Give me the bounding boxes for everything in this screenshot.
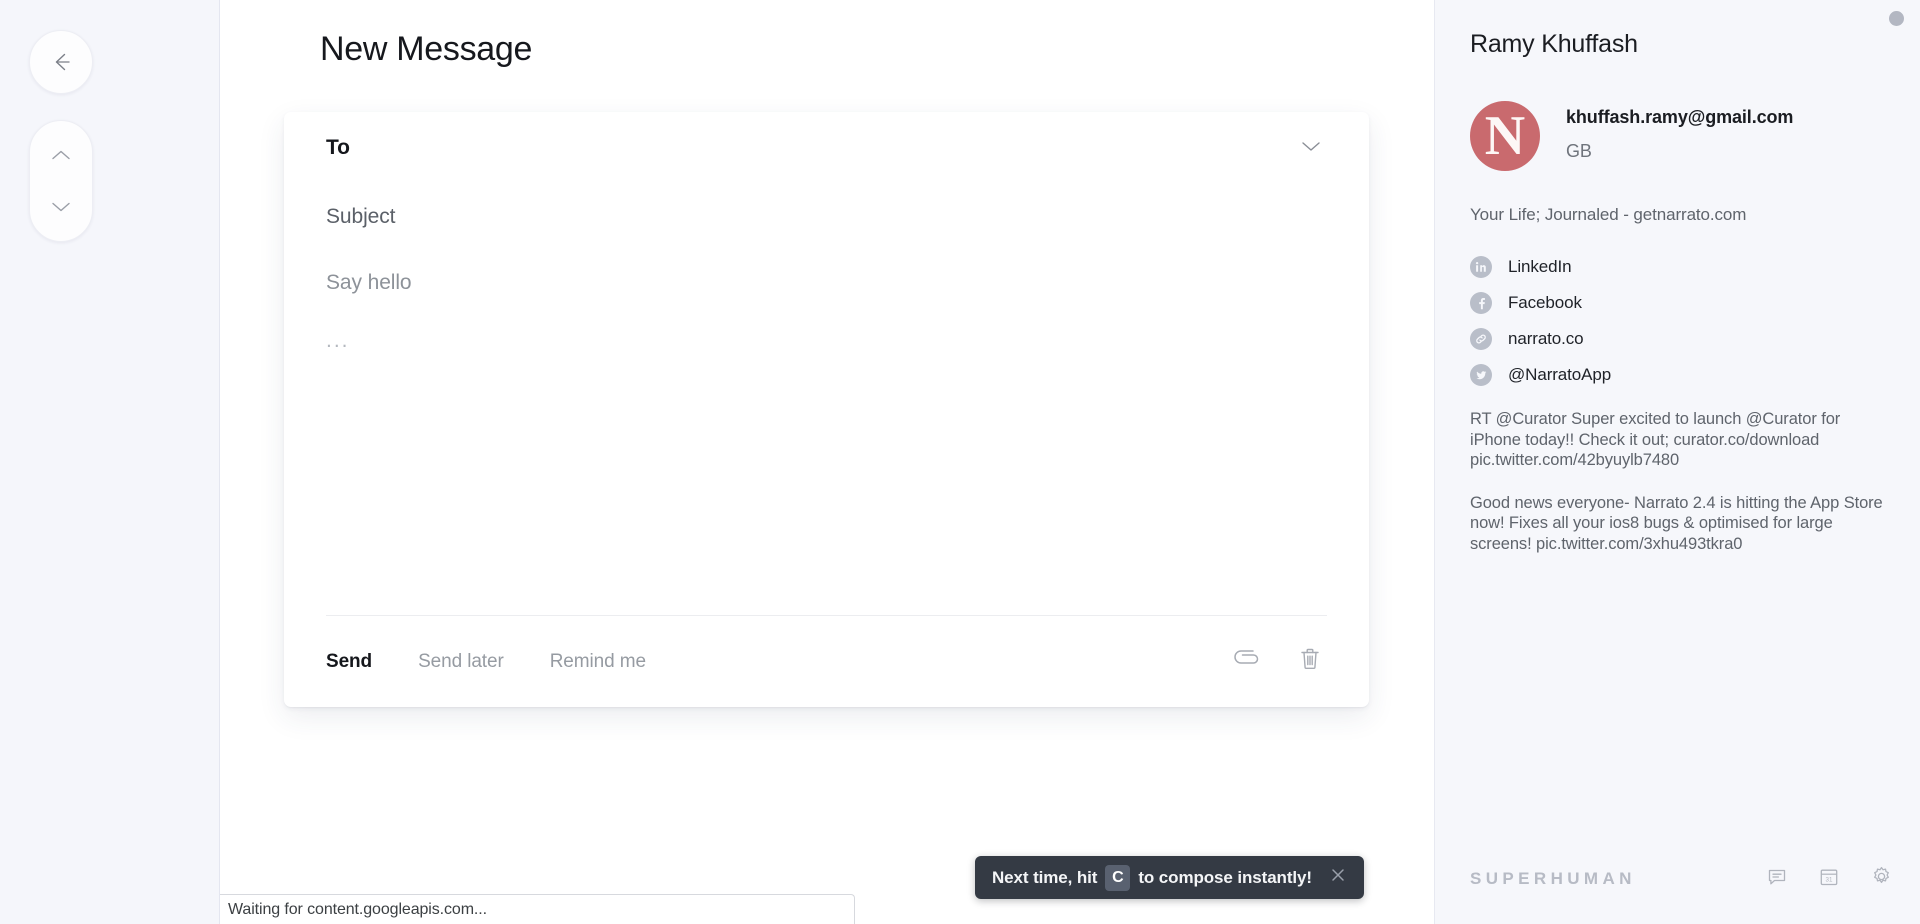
chat-bubble-icon (1766, 866, 1788, 893)
chevron-down-icon (49, 199, 73, 215)
linkedin-icon (1470, 256, 1492, 278)
svg-text:31: 31 (1826, 876, 1833, 883)
contact-email: khuffash.ramy@gmail.com (1566, 107, 1794, 127)
facebook-icon (1470, 292, 1492, 314)
social-label: @NarratoApp (1508, 365, 1612, 384)
to-field-row[interactable]: To (284, 112, 1369, 184)
contact-name: Ramy Khuffash (1470, 30, 1638, 58)
contact-panel: Ramy Khuffash N khuffash.ramy@gmail.com … (1434, 0, 1920, 924)
status-bar-text: Waiting for content.googleapis.com... (228, 900, 487, 918)
social-label: narrato.co (1508, 329, 1584, 348)
social-link-linkedin[interactable]: LinkedIn (1470, 249, 1920, 285)
compose-pane: New Message To Subject Say hello ... Sen… (220, 0, 1434, 924)
contact-country: GB (1566, 141, 1592, 161)
toast-text-after: to compose instantly! (1138, 867, 1312, 887)
remind-me-button[interactable]: Remind me (550, 651, 646, 673)
feedback-button[interactable] (1762, 864, 1792, 894)
browser-status-bar: Waiting for content.googleapis.com... (220, 894, 855, 924)
settings-button[interactable] (1866, 864, 1896, 894)
link-icon (1470, 328, 1492, 350)
toast-shortcut-key: C (1105, 864, 1131, 891)
status-indicator-dot (1889, 11, 1904, 26)
social-link-website[interactable]: narrato.co (1470, 321, 1920, 357)
to-expand-button[interactable] (1297, 134, 1325, 162)
contact-identity-block: N khuffash.ramy@gmail.com GB (1470, 101, 1920, 171)
back-button[interactable] (29, 30, 93, 94)
to-label: To (326, 136, 350, 159)
attach-button[interactable] (1231, 645, 1265, 679)
contact-tagline: Your Life; Journaled - getnarrato.com (1470, 205, 1747, 224)
left-nav-rail (0, 0, 220, 924)
avatar-letter: N (1484, 105, 1526, 167)
contact-tweet: RT @Curator Super excited to launch @Cur… (1470, 410, 1841, 469)
page-title: New Message (320, 30, 533, 68)
send-button[interactable]: Send (326, 651, 372, 673)
body-placeholder[interactable]: ... (326, 330, 350, 351)
send-later-button[interactable]: Send later (418, 651, 504, 673)
compose-shortcut-toast: Next time, hit C to compose instantly! (975, 856, 1364, 899)
social-label: LinkedIn (1508, 257, 1572, 276)
body-greeting-row[interactable]: Say hello (284, 250, 1369, 316)
next-message-button[interactable] (29, 181, 93, 233)
close-icon (1329, 866, 1347, 889)
superhuman-brand: SUPERHUMAN (1470, 869, 1636, 888)
social-label: Facebook (1508, 293, 1582, 312)
panel-footer: SUPERHUMAN 31 (1470, 864, 1896, 894)
compose-actions-bar: Send Send later Remind me (284, 615, 1369, 707)
superhuman-app: New Message To Subject Say hello ... Sen… (0, 0, 1920, 924)
calendar-icon: 31 (1818, 866, 1840, 893)
subject-label: Subject (326, 205, 396, 228)
arrow-left-icon (48, 49, 74, 75)
panel-divider (1434, 0, 1435, 924)
chevron-up-icon (49, 147, 73, 163)
contact-tweet: Good news everyone- Narrato 2.4 is hitti… (1470, 493, 1883, 553)
gear-icon (1870, 865, 1893, 893)
toast-text-before: Next time, hit (992, 867, 1098, 887)
trash-icon (1299, 647, 1321, 676)
previous-message-button[interactable] (29, 129, 93, 181)
calendar-button[interactable]: 31 (1814, 864, 1844, 894)
message-stepper (29, 120, 93, 242)
compose-card: To Subject Say hello ... Send Send later… (284, 112, 1369, 707)
avatar: N (1470, 101, 1540, 171)
twitter-icon (1470, 364, 1492, 386)
subject-field-row[interactable]: Subject (284, 184, 1369, 250)
contact-social-list: LinkedIn Facebook narrato.co @NarratoApp (1470, 249, 1920, 393)
body-greeting: Say hello (326, 271, 412, 294)
chevron-down-icon (1300, 139, 1322, 158)
toast-close-button[interactable] (1326, 866, 1350, 890)
social-link-facebook[interactable]: Facebook (1470, 285, 1920, 321)
social-link-twitter[interactable]: @NarratoApp (1470, 357, 1920, 393)
discard-button[interactable] (1293, 645, 1327, 679)
paperclip-icon (1234, 648, 1262, 675)
